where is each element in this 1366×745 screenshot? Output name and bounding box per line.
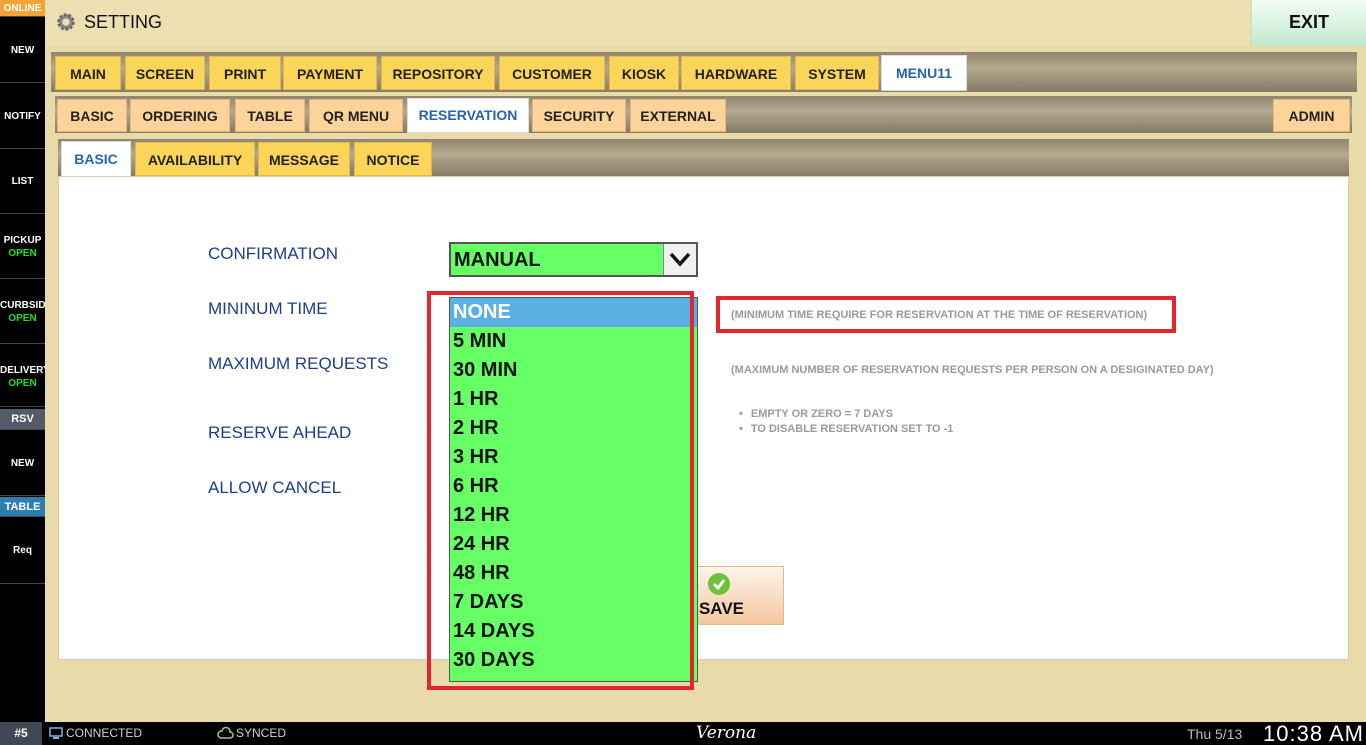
connection-status: CONNECTED [66,726,143,740]
reservation-basic-form: CONFIRMATION MININUM TIME MAXIMUM REQUES… [58,176,1349,682]
sidebar-list-button[interactable]: LIST [0,150,45,214]
confirmation-value: MANUAL [454,249,541,271]
pickup-status: OPEN [8,248,37,259]
annotation-box-hint [716,296,1176,333]
tab-basic[interactable]: BASIC [57,99,127,132]
tab-hardware[interactable]: HARDWARE [681,56,791,90]
online-status-badge: ONLINE [0,0,45,17]
tab-ordering[interactable]: ORDERING [130,99,230,132]
tab-reservation[interactable]: RESERVATION [407,98,529,133]
sidebar-rsv-new-button[interactable]: NEW [0,432,45,496]
reserve-ahead-label: RESERVE AHEAD [208,423,352,442]
sync-status: SYNCED [236,726,287,740]
settings-panel: SETTING EXIT MAIN SCREEN PRINT PAYMENT R… [45,0,1366,722]
title-bar: SETTING EXIT [45,0,1366,46]
footer-date: Thu 5/13 [1187,726,1243,742]
sidebar-curbside-button[interactable]: CURBSIDE OPEN [0,280,45,344]
monitor-icon [49,727,63,739]
chevron-down-icon[interactable] [663,244,696,275]
tab-repository[interactable]: REPOSITORY [381,56,495,90]
confirmation-label: CONFIRMATION [208,244,339,263]
tab-print[interactable]: PRINT [209,56,281,90]
tab-message[interactable]: MESSAGE [258,142,350,176]
tab-payment[interactable]: PAYMENT [283,56,377,90]
delivery-label: DELIVERY [0,365,45,376]
tab-external[interactable]: EXTERNAL [630,99,726,132]
station-id: #5 [0,722,42,745]
check-icon [708,573,730,595]
cloud-icon [217,727,234,739]
sidebar-notify-button[interactable]: NOTIFY [0,84,45,149]
tab-admin[interactable]: ADMIN [1273,99,1350,132]
curbside-label: CURBSIDE [0,300,45,311]
reserve-ahead-hint-1: • EMPTY OR ZERO = 7 DAYS [739,408,893,420]
main-tab-bar: MAIN SCREEN PRINT PAYMENT REPOSITORY CUS… [51,52,1357,92]
sidebar-delivery-button[interactable]: DELIVERY OPEN [0,345,45,407]
tab-system[interactable]: SYSTEM [795,56,879,90]
tab-customer[interactable]: CUSTOMER [499,56,605,90]
tab-notice[interactable]: NOTICE [354,142,432,176]
reservation-tab-bar: BASIC AVAILABILITY MESSAGE NOTICE [58,139,1349,177]
curbside-status: OPEN [8,313,37,324]
exit-button[interactable]: EXIT [1251,0,1366,46]
annotation-box-dropdown [427,291,694,690]
bullet-icon: • [739,423,743,435]
pickup-label: PICKUP [3,235,42,246]
tab-qr-menu[interactable]: QR MENU [309,99,403,132]
tab-kiosk[interactable]: KIOSK [609,56,679,90]
reserve-ahead-hint-2: • TO DISABLE RESERVATION SET TO -1 [739,423,954,435]
tab-security[interactable]: SECURITY [532,99,626,132]
tab-screen[interactable]: SCREEN [125,56,205,90]
gear-icon [57,13,75,31]
sub-tab-bar: BASIC ORDERING TABLE QR MENU RESERVATION… [55,96,1352,133]
tab-reservation-basic[interactable]: BASIC [61,141,131,177]
sidebar-req-button[interactable]: Req [0,518,45,584]
page-title: SETTING [84,12,163,32]
delivery-status: OPEN [8,378,37,389]
footer-clock: 10:38 AM [1263,721,1364,745]
tab-main[interactable]: MAIN [55,56,121,90]
sidebar-rsv-header: RSV [0,409,45,430]
confirmation-select[interactable]: MANUAL [449,242,698,277]
maximum-requests-hint: (MAXIMUM NUMBER OF RESERVATION REQUESTS … [731,364,1214,376]
sidebar-new-button[interactable]: NEW [0,18,45,83]
allow-cancel-label: ALLOW CANCEL [208,478,342,497]
tab-availability[interactable]: AVAILABILITY [135,142,255,176]
bullet-icon: • [739,408,743,420]
tab-table[interactable]: TABLE [235,99,305,132]
minimum-time-label: MININUM TIME [208,299,328,318]
store-name: Verona [696,723,757,743]
sidebar-table-header: TABLE [0,497,45,517]
sidebar-pickup-button[interactable]: PICKUP OPEN [0,215,45,279]
left-sidebar: ONLINE NEW NOTIFY LIST PICKUP OPEN CURBS… [0,0,45,722]
maximum-requests-label: MAXIMUM REQUESTS [208,354,389,373]
tab-menu11[interactable]: MENU11 [881,55,967,91]
status-bar: #5 CONNECTED SYNCED Verona Thu 5/13 10:3… [0,721,1366,745]
